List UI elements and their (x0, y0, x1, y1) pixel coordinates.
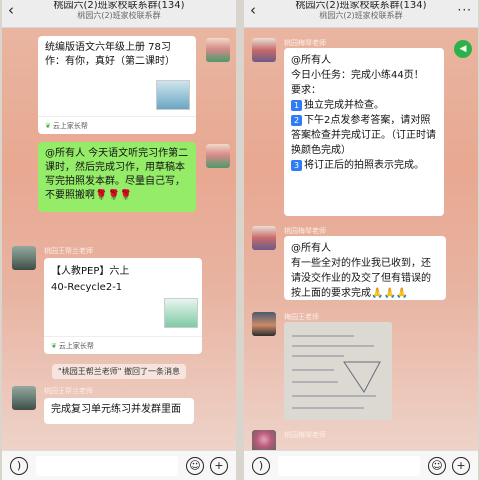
requirement-item: 2 下午2点发参考答案，请对照答案检查并完成订正。（订正时请换颜色完成） (291, 113, 437, 158)
message-input[interactable] (36, 456, 178, 476)
mention-all: @所有人 (291, 243, 331, 254)
text-message[interactable]: 完成复习单元练习并发群里面 (44, 398, 194, 424)
card-source: 云上家长帮 (58, 342, 94, 350)
sender-name: 桃园梅琴老师 (284, 431, 326, 439)
chat-title: 桃园六(2)班家校联系群(134) (53, 1, 185, 11)
text-message[interactable]: @所有人 今天语文听完习作第二课时，然后完成习作，用草稿本写完拍照发本群。尽量自… (38, 142, 196, 212)
requirement-text: 独立完成并检查。 (304, 100, 384, 111)
sender-name: 桃园梅琴老师 (284, 227, 326, 235)
input-bar: ) ☺ + (244, 450, 478, 480)
card-title: 【人教PEP】六上 40-Recycle2-1 (44, 258, 202, 302)
plus-icon[interactable]: + (452, 457, 470, 475)
chat-header: ‹ 桃园六(2)班家校联系群(134) 桃园六(2)班家校联系群 (2, 0, 236, 28)
card-title: 统编版语文六年级上册 78习作：有你，真好（第二课时） (45, 42, 175, 67)
sender-name: 桃园王帮兰老师 (44, 387, 93, 395)
back-chevron-icon[interactable]: ‹ (8, 1, 14, 19)
requirement-item: 1 独立完成并检查。 (291, 98, 437, 113)
text-message[interactable]: @所有人 今日小任务：完成小练44页！ 要求： 1 独立完成并检查。 2 下午2点发… (284, 48, 444, 216)
voice-icon[interactable]: ◀ (454, 40, 472, 58)
more-icon[interactable]: ··· (458, 3, 472, 17)
photo-content (284, 322, 392, 420)
leaf-icon: ❦ (51, 342, 57, 350)
avatar[interactable] (206, 38, 230, 62)
message-text: @所有人 今天语文听完习作第二课时，然后完成习作，用草稿本写完拍照发本群。尽量自… (45, 148, 189, 201)
message-input[interactable] (278, 456, 420, 476)
sender-name: 梅园王老师 (284, 313, 319, 321)
recall-notice: "桃园王帮兰老师" 撤回了一条消息 (52, 364, 186, 379)
card-title-line: 【人教PEP】六上 (51, 266, 130, 277)
message-text: 完成复习单元练习并发群里面 (51, 404, 181, 415)
card-thumbnail (164, 298, 198, 328)
avatar[interactable] (12, 246, 36, 270)
chat-title: 桃园六(2)班家校联系群(134) (295, 1, 427, 11)
avatar[interactable] (12, 386, 36, 410)
avatar[interactable] (206, 144, 230, 168)
chat-subtitle: 桃园六(2)班家校联系群 (319, 11, 403, 20)
chat-header: ‹ 桃园六(2)班家校联系群(134) 桃园六(2)班家校联系群 ··· (244, 0, 478, 28)
input-bar: ) ☺ + (2, 450, 236, 480)
chat-screen-left: ‹ 桃园六(2)班家校联系群(134) 桃园六(2)班家校联系群 统编版语文六年… (2, 0, 236, 480)
number-badge: 1 (291, 100, 302, 111)
avatar[interactable] (252, 38, 276, 62)
number-badge: 2 (291, 115, 302, 126)
requirement-text: 将订正后的拍照表示完成。 (304, 160, 424, 171)
message-text: 有一些全对的作业我已收到，还请没交作业的及交了但有错误的按上面的要求完成🙏🙏🙏 (291, 258, 431, 299)
leaf-icon: ❦ (45, 122, 51, 130)
avatar[interactable] (252, 312, 276, 336)
card-footer: ❦ 云上家长帮 (38, 116, 196, 134)
link-card-message[interactable]: 【人教PEP】六上 40-Recycle2-1 ❦ 云上家长帮 (44, 258, 202, 354)
voice-icon[interactable]: ) (10, 457, 28, 475)
plus-icon[interactable]: + (210, 457, 228, 475)
card-thumbnail (156, 80, 190, 110)
emoji-icon[interactable]: ☺ (186, 457, 204, 475)
number-badge: 3 (291, 160, 302, 171)
back-chevron-icon[interactable]: ‹ (250, 1, 256, 19)
card-footer: ❦ 云上家长帮 (44, 336, 202, 354)
requirement-item: 3 将订正后的拍照表示完成。 (291, 158, 437, 173)
mention-all: @所有人 (291, 55, 331, 66)
chat-screen-right: ‹ 桃园六(2)班家校联系群(134) 桃园六(2)班家校联系群 ··· 桃园梅… (244, 0, 478, 480)
homework-photo[interactable] (284, 322, 392, 420)
sender-name: 桃园梅琴老师 (284, 39, 326, 47)
card-source: 云上家长帮 (52, 122, 88, 130)
sender-name: 桃园王帮兰老师 (44, 247, 93, 255)
task-line: 今日小任务：完成小练44页！ (291, 70, 424, 81)
voice-icon[interactable]: ) (252, 457, 270, 475)
requirement-heading: 要求： (291, 85, 321, 96)
requirement-text: 下午2点发参考答案，请对照答案检查并完成订正。（订正时请换颜色完成） (291, 115, 436, 156)
chat-subtitle: 桃园六(2)班家校联系群 (77, 11, 161, 20)
text-message[interactable]: @所有人 有一些全对的作业我已收到，还请没交作业的及交了但有错误的按上面的要求完… (284, 236, 446, 300)
avatar[interactable] (252, 226, 276, 250)
card-title-line: 40-Recycle2-1 (51, 282, 123, 293)
emoji-icon[interactable]: ☺ (428, 457, 446, 475)
link-card-message[interactable]: 统编版语文六年级上册 78习作：有你，真好（第二课时） ❦ 云上家长帮 (38, 36, 196, 134)
